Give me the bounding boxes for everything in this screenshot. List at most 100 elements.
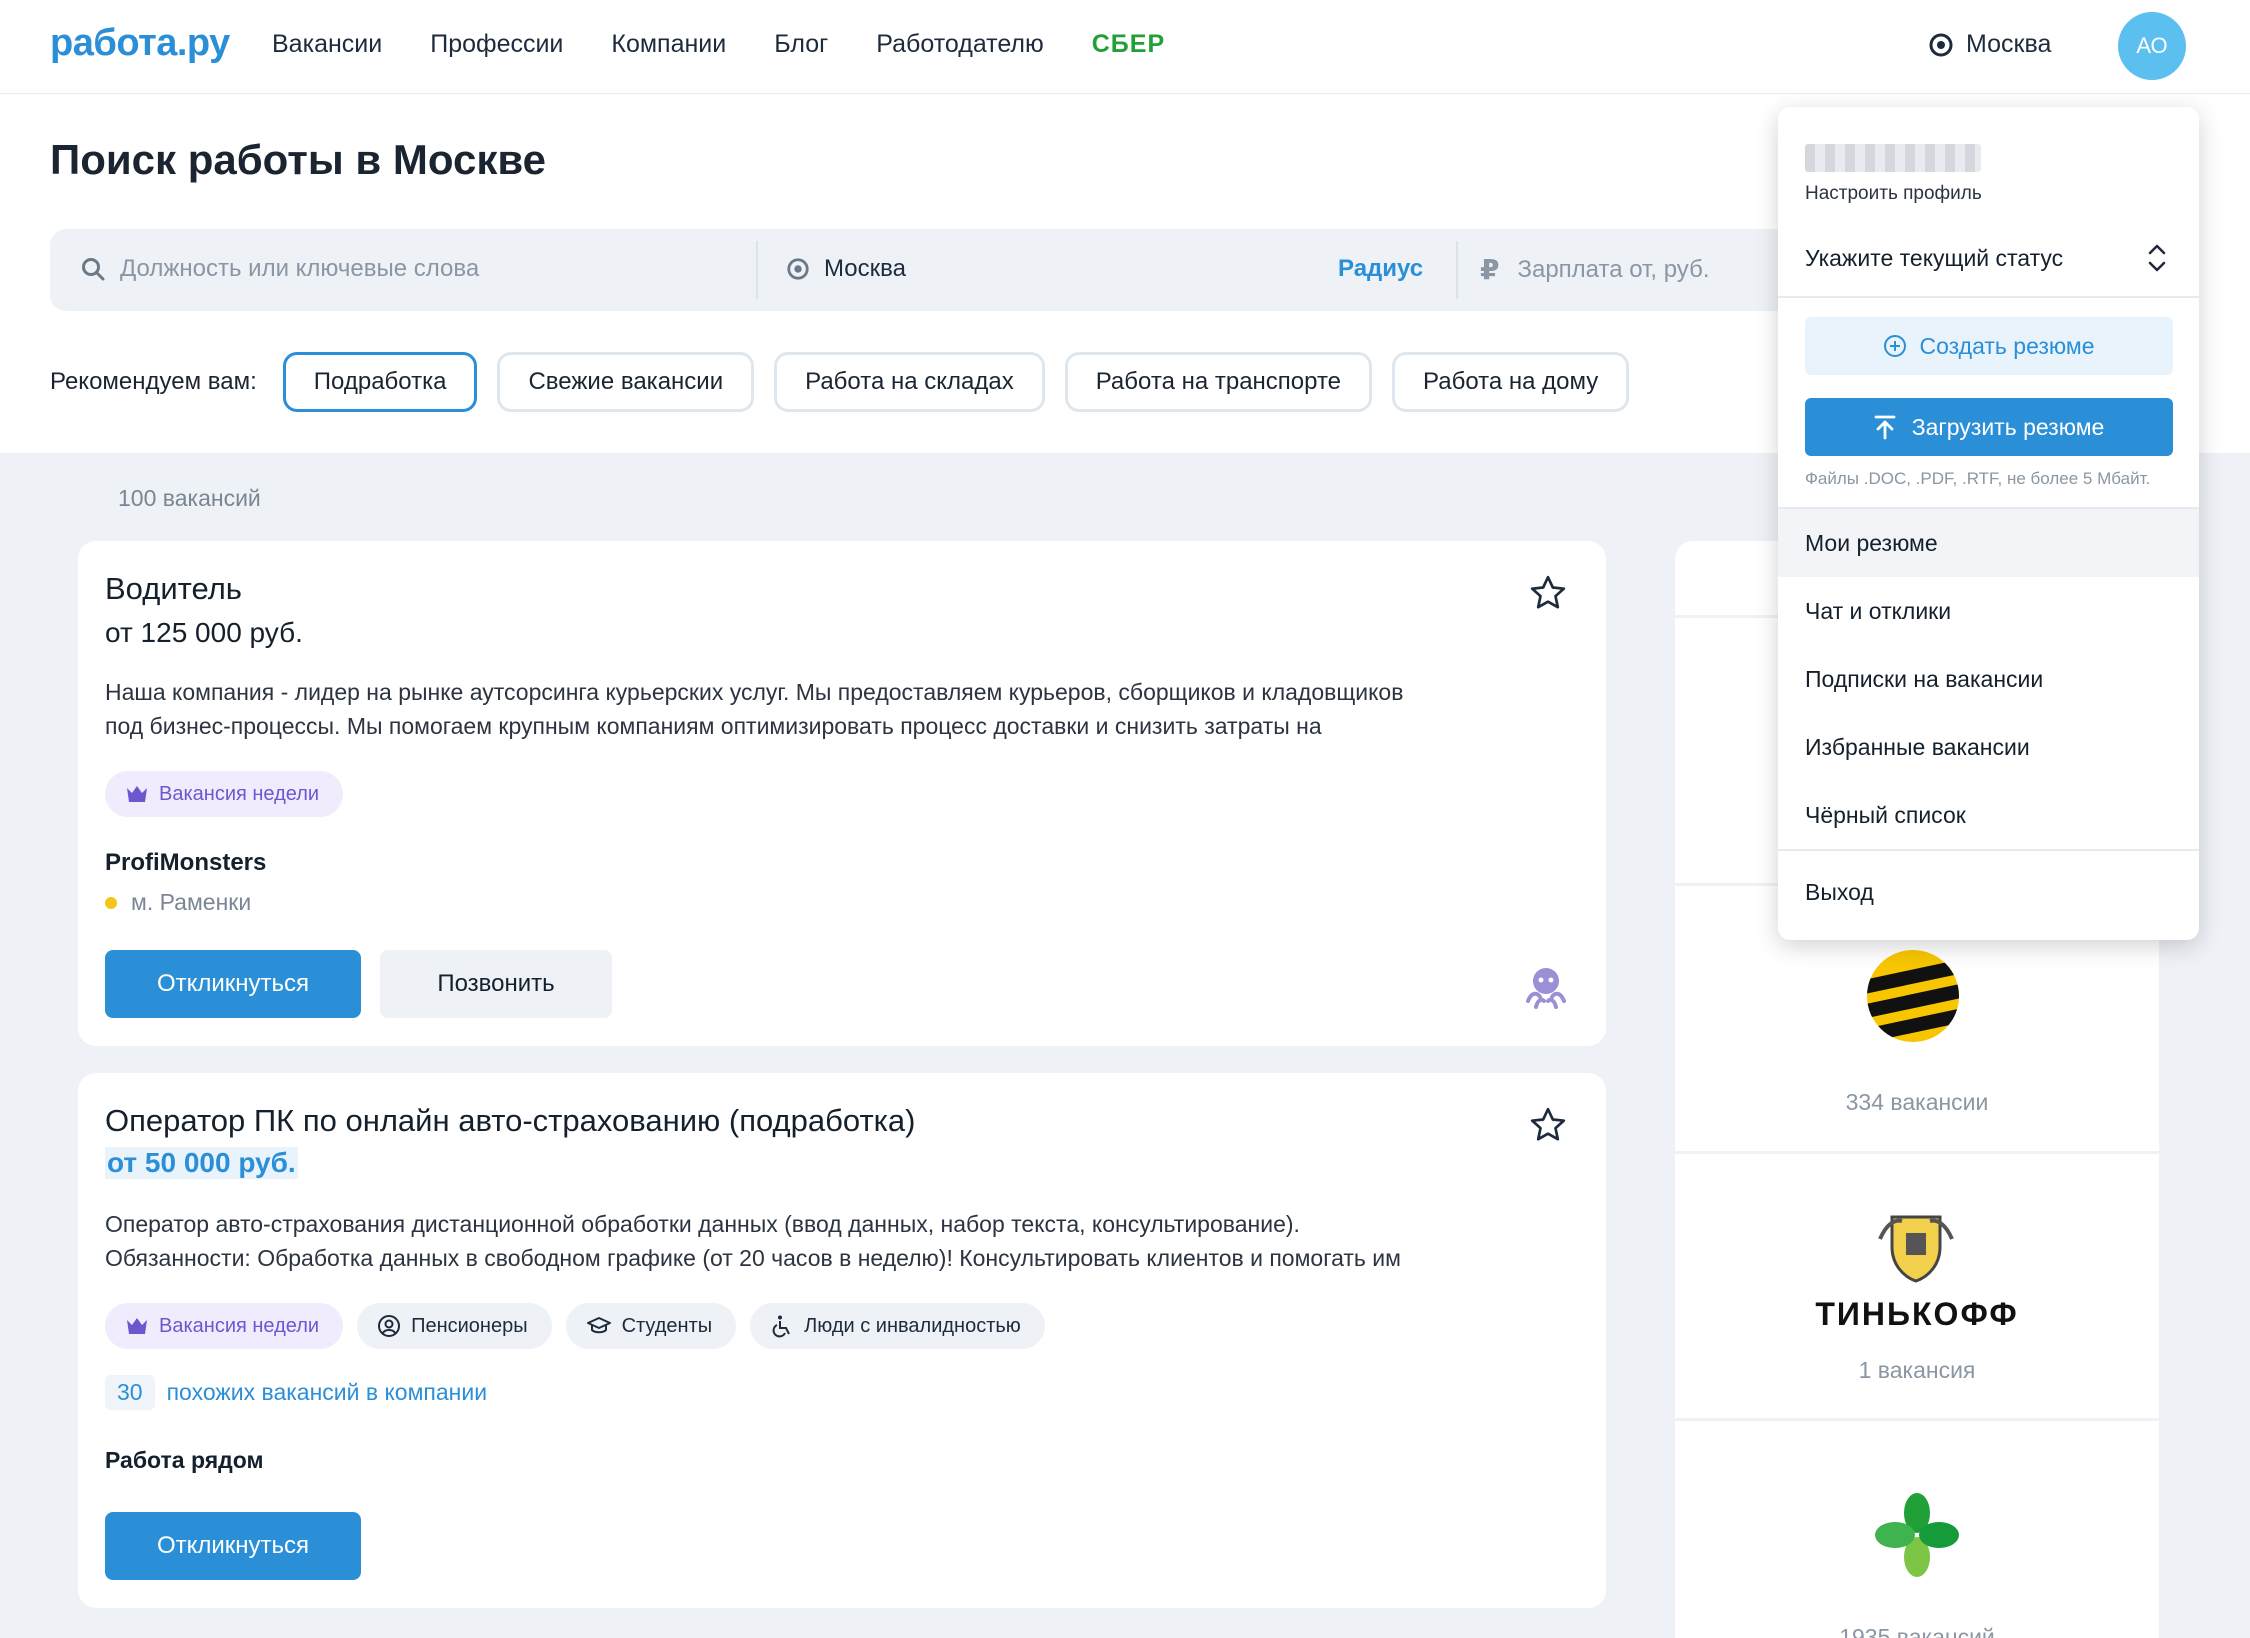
divider bbox=[1675, 1151, 2159, 1154]
location-pin-icon bbox=[787, 258, 809, 280]
search-city-input[interactable]: Москва bbox=[786, 255, 906, 283]
user-avatar[interactable]: АО bbox=[2118, 12, 2186, 80]
company-vacancy-count[interactable]: 1 вакансия bbox=[1675, 1357, 2159, 1384]
create-resume-label: Создать резюме bbox=[1919, 332, 2095, 359]
metro-station: м. Раменки bbox=[105, 889, 251, 916]
metro-label: м. Раменки bbox=[131, 889, 252, 915]
similar-count: 30 bbox=[105, 1375, 155, 1410]
badge-label: Люди с инвалидностью bbox=[804, 1314, 1021, 1337]
company-name[interactable]: ProfiMonsters bbox=[105, 849, 266, 877]
top-header: работа.ру Вакансии Профессии Компании Бл… bbox=[0, 0, 2250, 94]
disability-badge: Люди с инвалидностью bbox=[750, 1303, 1045, 1349]
vacancy-title[interactable]: Оператор ПК по онлайн авто-страхованию (… bbox=[105, 1103, 915, 1139]
similar-label: похожих вакансий в компании bbox=[166, 1379, 488, 1405]
nav-vacancies[interactable]: Вакансии bbox=[272, 30, 382, 59]
vacancy-salary: от 50 000 руб. bbox=[105, 1147, 298, 1179]
vacancy-card[interactable]: Водитель от 125 000 руб. Наша компания -… bbox=[78, 541, 1606, 1046]
radius-button[interactable]: Радиус bbox=[1338, 255, 1423, 283]
vacancy-description-line: Обязанности: Обработка данных в свободно… bbox=[105, 1245, 1401, 1271]
divider bbox=[1675, 1418, 2159, 1421]
badge-label: Вакансия недели bbox=[159, 1314, 320, 1337]
vacancy-description-line: Наша компания - лидер на рынке аутсорсин… bbox=[105, 679, 1404, 705]
chip-fresh-vacancies[interactable]: Свежие вакансии bbox=[497, 352, 755, 412]
badge-label: Студенты bbox=[621, 1314, 713, 1337]
call-button[interactable]: Позвонить bbox=[380, 950, 612, 1018]
person-circle-icon bbox=[378, 1315, 401, 1337]
profile-dropdown-menu: Настроить профиль Укажите текущий статус… bbox=[1778, 107, 2199, 940]
nav-blog[interactable]: Блог bbox=[774, 30, 828, 59]
user-name-blurred bbox=[1805, 144, 1981, 172]
vacancy-description-line: под бизнес-процессы. Мы помогаем крупным… bbox=[105, 713, 1322, 739]
vacancy-card[interactable]: Оператор ПК по онлайн авто-страхованию (… bbox=[78, 1073, 1606, 1608]
badge-label: Пенсионеры bbox=[411, 1314, 528, 1337]
divider bbox=[1778, 849, 2199, 851]
location-pin-icon bbox=[1929, 33, 1953, 56]
nav-employer[interactable]: Работодателю bbox=[876, 30, 1043, 59]
nav-companies[interactable]: Компании bbox=[611, 30, 726, 59]
keyword-input[interactable]: Должность или ключевые слова bbox=[80, 255, 479, 283]
upload-icon bbox=[1874, 415, 1896, 440]
company-name[interactable]: Работа рядом bbox=[105, 1447, 263, 1474]
menu-item-favorites[interactable]: Избранные вакансии bbox=[1778, 713, 2199, 781]
divider bbox=[756, 241, 758, 299]
city-label: Москва bbox=[1966, 30, 2052, 58]
salary-placeholder: Зарплата от, руб. bbox=[1517, 255, 1710, 283]
search-icon bbox=[82, 258, 105, 281]
badge-row: Вакансия недели bbox=[105, 771, 344, 817]
upload-resume-button[interactable]: Загрузить резюме bbox=[1805, 398, 2173, 456]
results-count: 100 вакансий bbox=[118, 485, 261, 511]
divider bbox=[1456, 241, 1458, 299]
chip-part-time[interactable]: Подработка bbox=[282, 352, 478, 412]
menu-item-logout[interactable]: Выход bbox=[1778, 858, 2199, 926]
recommend-row: Рекомендуем вам: Подработка Свежие вакан… bbox=[50, 352, 1630, 412]
students-badge: Студенты bbox=[565, 1303, 737, 1349]
vacancy-description-line: Оператор авто-страхования дистанционной … bbox=[105, 1211, 1300, 1237]
upload-resume-label: Загрузить резюме bbox=[1911, 413, 2105, 440]
recommend-label: Рекомендуем вам: bbox=[50, 368, 257, 395]
chip-warehouse[interactable]: Работа на складах bbox=[774, 352, 1045, 412]
menu-item-blacklist[interactable]: Чёрный список bbox=[1778, 781, 2199, 849]
search-bar: Должность или ключевые слова Москва Ради… bbox=[50, 229, 1810, 311]
vacancy-title[interactable]: Водитель bbox=[105, 571, 242, 607]
menu-item-my-resumes[interactable]: Мои резюме bbox=[1778, 509, 2199, 577]
site-logo[interactable]: работа.ру bbox=[50, 22, 230, 65]
badge-row: Вакансия недели Пенсионеры Студенты Люди… bbox=[105, 1303, 1045, 1349]
status-select[interactable]: Укажите текущий статус bbox=[1805, 245, 2063, 272]
favorite-star-icon[interactable] bbox=[1528, 573, 1568, 613]
graduation-cap-icon bbox=[586, 1317, 611, 1334]
create-resume-button[interactable]: Создать резюме bbox=[1805, 317, 2173, 375]
tinkoff-emblem-icon bbox=[1878, 1215, 1954, 1283]
vacancy-salary: от 125 000 руб. bbox=[105, 617, 303, 648]
profile-settings-link[interactable]: Настроить профиль bbox=[1805, 183, 1982, 205]
divider bbox=[1778, 296, 2199, 298]
company-vacancy-count[interactable]: 334 вакансии bbox=[1675, 1089, 2159, 1116]
metro-dot-icon bbox=[105, 896, 117, 909]
search-city-value: Москва bbox=[824, 255, 906, 282]
page-title: Поиск работы в Москве bbox=[50, 136, 546, 183]
crown-icon bbox=[127, 786, 147, 802]
keyword-placeholder: Должность или ключевые слова bbox=[120, 255, 480, 282]
company-vacancy-count[interactable]: 1935 вакансий bbox=[1675, 1624, 2159, 1638]
salary-input[interactable]: ₽ Зарплата от, руб. bbox=[1480, 253, 1709, 286]
nav-professions[interactable]: Профессии bbox=[430, 30, 563, 59]
favorite-star-icon[interactable] bbox=[1528, 1105, 1568, 1145]
nav-sber[interactable]: СБЕР bbox=[1092, 30, 1165, 59]
apply-button[interactable]: Откликнуться bbox=[105, 950, 361, 1018]
city-selector[interactable]: Москва bbox=[1928, 30, 2051, 59]
wheelchair-icon bbox=[772, 1315, 791, 1338]
chip-remote[interactable]: Работа на дому bbox=[1392, 352, 1630, 412]
upload-hint: Файлы .DOC, .PDF, .RTF, не более 5 Мбайт… bbox=[1805, 469, 2151, 488]
similar-vacancies-link[interactable]: 30 похожих вакансий в компании bbox=[105, 1375, 487, 1410]
pensioners-badge: Пенсионеры bbox=[357, 1303, 552, 1349]
apply-button[interactable]: Откликнуться bbox=[105, 1512, 361, 1580]
chevron-up-down-icon[interactable] bbox=[2146, 239, 2168, 277]
beeline-logo-icon[interactable] bbox=[1865, 948, 1961, 1044]
chip-transport[interactable]: Работа на транспорте bbox=[1064, 352, 1373, 412]
vacancy-of-week-badge: Вакансия недели bbox=[105, 771, 344, 817]
crown-icon bbox=[127, 1318, 147, 1334]
menu-item-subscriptions[interactable]: Подписки на вакансии bbox=[1778, 645, 2199, 713]
menu-item-chat-responses[interactable]: Чат и отклики bbox=[1778, 577, 2199, 645]
plus-circle-icon bbox=[1884, 335, 1907, 357]
vacancy-of-week-badge: Вакансия недели bbox=[105, 1303, 344, 1349]
sber-logo-icon[interactable] bbox=[1873, 1491, 1961, 1579]
